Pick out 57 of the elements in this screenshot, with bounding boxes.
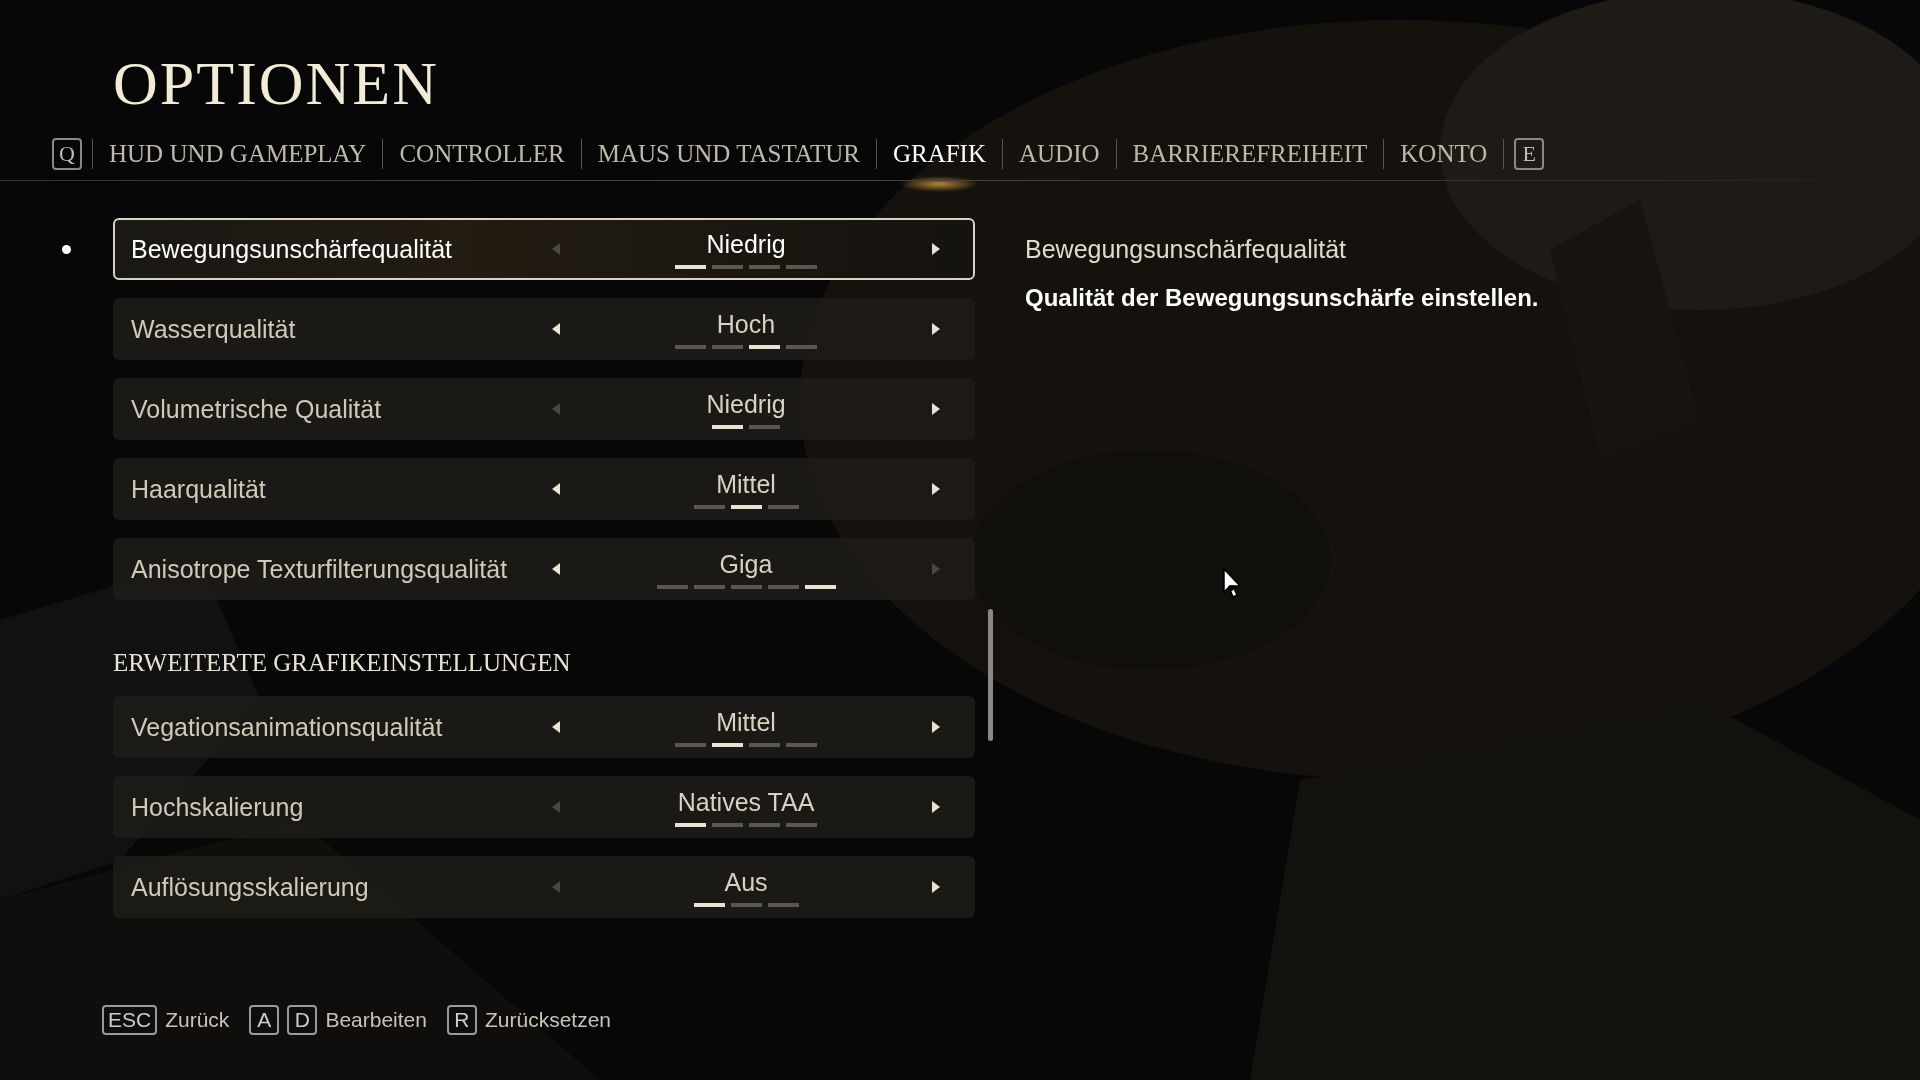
right-arrow-icon[interactable]: [931, 322, 941, 336]
right-arrow-icon[interactable]: [931, 482, 941, 496]
setting-label: Haarqualität: [131, 474, 267, 504]
key-hint: R: [446, 1005, 477, 1035]
right-arrow-icon[interactable]: [931, 720, 941, 734]
right-arrow-icon[interactable]: [931, 880, 941, 894]
setting-label: Volumetrische Qualität: [131, 394, 383, 424]
description-text: Qualität der Bewegungsunschärfe einstellen.: [1025, 284, 1539, 312]
tab[interactable]: MAUS UND TASTATUR: [591, 140, 866, 168]
scrollbar[interactable]: [988, 609, 993, 741]
page-title: OPTIONEN: [113, 52, 439, 114]
tab[interactable]: KONTO: [1394, 140, 1494, 168]
section-heading: ERWEITERTE GRAFIKEINSTELLUNGEN: [113, 649, 572, 677]
setting-row[interactable]: Volumetrische Qualität Niedrig: [113, 378, 975, 440]
setting-row[interactable]: Haarqualität Mittel: [113, 458, 975, 520]
description-title: Bewegungsunschärfequalität: [1025, 235, 1348, 264]
tab[interactable]: BARRIEREFREIHEIT: [1126, 140, 1374, 168]
setting-row[interactable]: Bewegungsunschärfequalität Niedrig: [113, 218, 975, 280]
left-arrow-icon[interactable]: [551, 562, 561, 576]
setting-label: Bewegungsunschärfequalität: [131, 234, 454, 264]
setting-value: Mittel: [716, 469, 776, 499]
right-arrow-icon[interactable]: [931, 242, 941, 256]
cursor-icon: [1222, 568, 1242, 600]
setting-label: Wasserqualität: [131, 314, 297, 344]
left-arrow-icon[interactable]: [551, 482, 561, 496]
right-arrow-icon[interactable]: [931, 800, 941, 814]
setting-label: Hochskalierung: [131, 792, 305, 822]
setting-label: Vegationsanimationsqualität: [131, 712, 444, 742]
setting-row[interactable]: Auflösungsskalierung Aus: [113, 856, 975, 918]
hint-label: Bearbeiten: [325, 1008, 427, 1032]
key-hint[interactable]: Q: [52, 138, 82, 170]
tab[interactable]: GRAFIK: [886, 140, 992, 168]
tab[interactable]: HUD UND GAMEPLAY: [103, 140, 373, 168]
setting-label: Anisotrope Texturfilterungsqualität: [131, 554, 509, 584]
setting-value: Niedrig: [706, 229, 786, 259]
setting-row[interactable]: Wasserqualität Hoch: [113, 298, 975, 360]
hint-label: Zurück: [165, 1008, 230, 1032]
left-arrow-icon[interactable]: [551, 322, 561, 336]
setting-value: Hoch: [716, 309, 776, 339]
key-hint[interactable]: E: [1514, 138, 1545, 170]
setting-value: Giga: [719, 549, 773, 579]
key-hint: ESC: [102, 1005, 158, 1035]
setting-row[interactable]: Hochskalierung Natives TAA: [113, 776, 975, 838]
tab[interactable]: CONTROLLER: [393, 140, 571, 168]
setting-row[interactable]: Anisotrope Texturfilterungsqualität Giga: [113, 538, 975, 600]
right-arrow-icon[interactable]: [931, 402, 941, 416]
setting-value: Aus: [724, 867, 768, 897]
setting-row[interactable]: Vegationsanimationsqualität Mittel: [113, 696, 975, 758]
setting-value: Mittel: [716, 707, 776, 737]
setting-value: Natives TAA: [677, 787, 815, 817]
key-hint: A: [249, 1005, 280, 1035]
left-arrow-icon[interactable]: [551, 720, 561, 734]
key-hint: D: [287, 1005, 318, 1035]
setting-value: Niedrig: [706, 389, 786, 419]
hint-label: Zurücksetzen: [484, 1008, 611, 1032]
tab[interactable]: AUDIO: [1013, 140, 1106, 168]
setting-label: Auflösungsskalierung: [131, 872, 370, 902]
